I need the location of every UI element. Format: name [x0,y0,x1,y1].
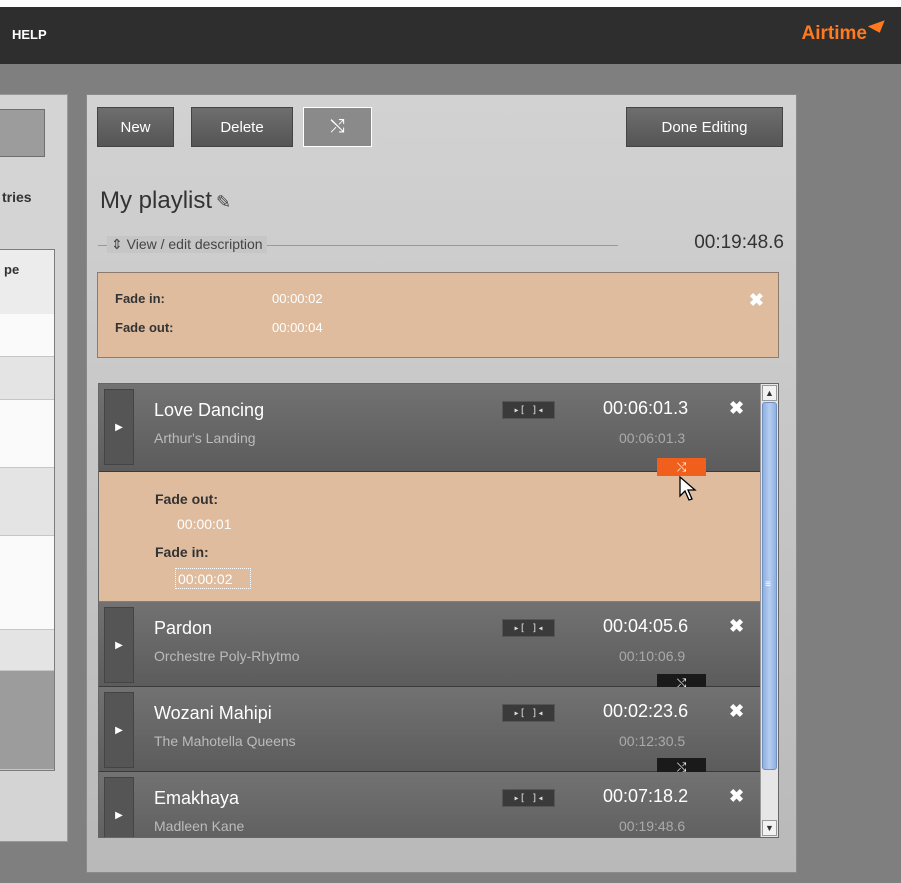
done-editing-button[interactable]: Done Editing [626,107,783,147]
delete-button[interactable]: Delete [191,107,293,147]
close-fade-panel-icon[interactable]: ✖ [749,290,764,311]
remove-track-icon[interactable]: ✖ [729,786,744,807]
library-entries-label: tries [2,189,32,205]
fade-out-value[interactable]: 00:00:04 [272,320,323,335]
library-button[interactable] [0,109,45,157]
track-length: 00:06:01.3 [603,398,689,418]
track-offset: 00:06:01.3 [619,430,686,446]
crossfade-fade-in-label: Fade in: [155,544,209,560]
track-length: 00:02:23.6 [603,701,689,721]
table-row[interactable] [0,357,54,400]
fade-out-label: Fade out: [115,320,174,335]
track-title: Pardon [154,618,213,638]
playlist-title-text: My playlist [100,187,213,214]
fade-in-value[interactable]: 00:00:02 [272,291,323,306]
table-row[interactable] [0,400,54,468]
track-offset: 00:12:30.5 [619,733,686,749]
play-icon[interactable]: ▶ [104,777,134,837]
new-button[interactable]: New [97,107,174,147]
cue-editor-icon[interactable]: ▸[ ]◂ [502,704,555,722]
help-menu[interactable]: HELP [12,27,47,42]
play-icon[interactable]: ▶ [104,389,134,465]
crossfade-fade-out-value[interactable]: 00:00:01 [177,516,232,532]
logo-mark-icon [867,20,889,36]
playlist-editor: New Delete ⤭ Done Editing My playlist ✎ ⇕… [86,94,797,873]
track-artist: Madleen Kane [154,818,245,834]
logo-text: Airtime [801,23,867,44]
library-column-header[interactable]: pe [4,262,19,277]
playlist-total-length: 00:19:48.6 [694,232,784,253]
crossfade-fade-in-field[interactable]: 00:00:02 [175,568,251,589]
remove-track-icon[interactable]: ✖ [729,701,744,722]
track-offset: 00:19:48.6 [619,818,686,834]
table-footer [0,671,54,770]
scrollbar-thumb[interactable]: ≡ [762,402,777,770]
shuffle-icon: ⤭ [330,116,345,136]
table-row[interactable] [0,536,54,630]
track-artist: Arthur's Landing [154,430,256,446]
list-item[interactable]: ▶ Emakhaya Madleen Kane ▸[ ]◂ 00:07:18.2… [99,772,761,837]
remove-track-icon[interactable]: ✖ [729,398,744,419]
scroll-down-icon[interactable]: ▼ [762,820,777,836]
scroll-grip-icon: ≡ [765,579,771,590]
track-artist: The Mahotella Queens [154,733,296,749]
shuffle-button[interactable]: ⤭ [303,107,372,147]
library-panel: tries pe [0,94,68,842]
track-title: Love Dancing [154,400,265,420]
table-row[interactable] [0,468,54,536]
playlist-tracks: ▶ Love Dancing Arthur's Landing ▸[ ]◂ 00… [98,383,779,838]
top-navigation-bar: HELP Airtime [0,0,901,64]
fade-in-label: Fade in: [115,291,165,306]
cue-editor-icon[interactable]: ▸[ ]◂ [502,619,555,637]
crossfade-fade-out-label: Fade out: [155,491,218,507]
library-table: pe [0,249,55,771]
airtime-logo: Airtime [801,20,889,45]
crossfade-editor: Fade out: 00:00:01 Fade in: 00:00:02 [99,472,761,602]
cue-editor-icon[interactable]: ▸[ ]◂ [502,401,555,419]
track-length: 00:04:05.6 [603,616,689,636]
table-row[interactable] [0,314,54,357]
track-offset: 00:10:06.9 [619,648,686,664]
table-row[interactable] [0,630,54,671]
scroll-up-icon[interactable]: ▲ [762,385,777,401]
remove-track-icon[interactable]: ✖ [729,616,744,637]
track-title: Emakhaya [154,788,240,808]
play-icon[interactable]: ▶ [104,607,134,683]
play-icon[interactable]: ▶ [104,692,134,768]
mouse-pointer-icon [679,475,697,501]
playlist-title[interactable]: My playlist ✎ [100,187,231,215]
track-artist: Orchestre Poly-Rhytmo [154,648,300,664]
crossfade-icon[interactable]: ⤭ [657,458,706,476]
cue-editor-icon[interactable]: ▸[ ]◂ [502,789,555,807]
track-title: Wozani Mahipi [154,703,272,723]
view-edit-description-link[interactable]: ⇕ View / edit description [107,236,267,253]
pencil-edit-icon[interactable]: ✎ [216,192,231,212]
playlist-fade-panel: Fade in: 00:00:02 Fade out: 00:00:04 ✖ [97,272,779,358]
playlist-scrollbar[interactable]: ▲ ≡ ▼ [760,384,778,837]
track-length: 00:07:18.2 [603,786,689,806]
